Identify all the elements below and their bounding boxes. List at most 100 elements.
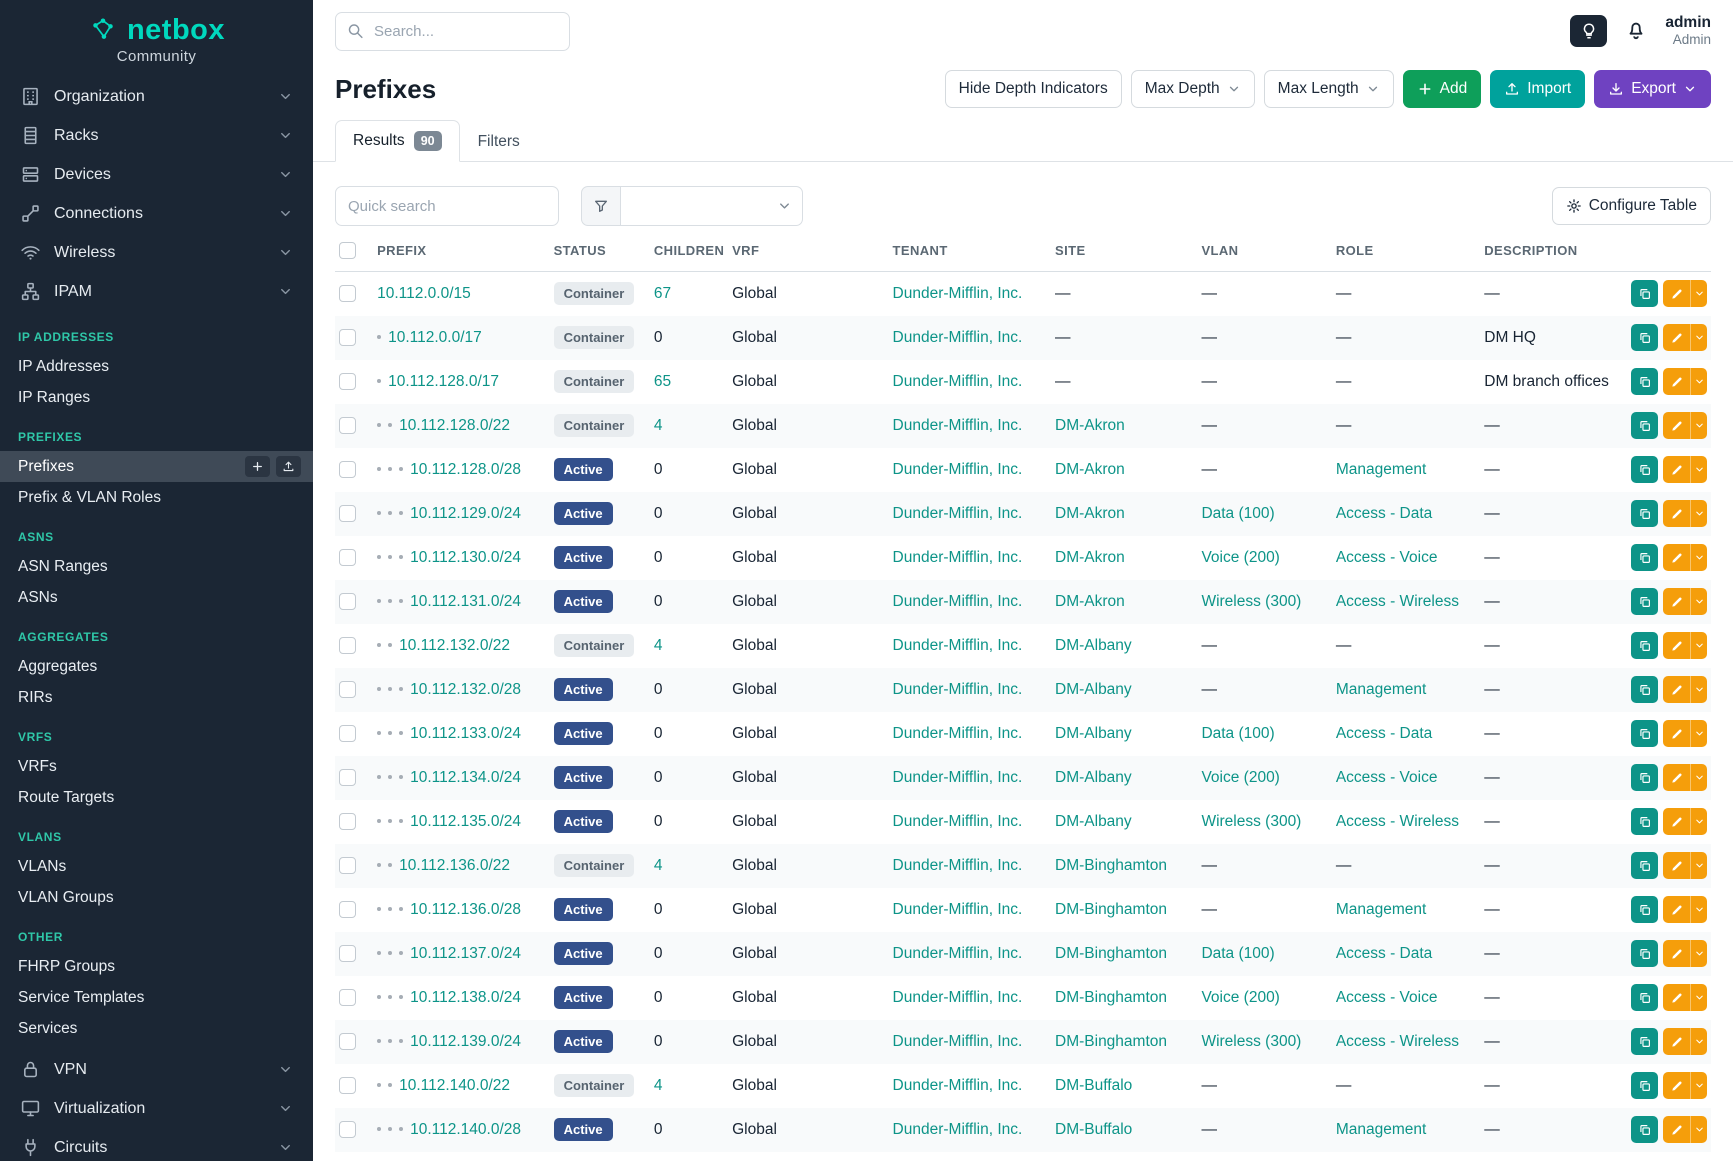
- prefix-link[interactable]: 10.112.140.0/28: [410, 1121, 521, 1138]
- row-checkbox[interactable]: [339, 681, 356, 698]
- clone-button[interactable]: [1631, 280, 1658, 307]
- site-link[interactable]: DM-Albany: [1055, 725, 1132, 742]
- export-button[interactable]: Export: [1594, 70, 1711, 108]
- sidebar-item-asn-ranges[interactable]: ASN Ranges: [0, 551, 313, 582]
- prefix-link[interactable]: 10.112.0.0/15: [377, 285, 471, 302]
- vlan-link[interactable]: Voice (200): [1201, 989, 1279, 1006]
- sidebar-item-devices[interactable]: Devices: [0, 155, 313, 194]
- edit-button[interactable]: [1663, 764, 1707, 791]
- edit-button[interactable]: [1663, 896, 1707, 923]
- edit-button[interactable]: [1663, 500, 1707, 527]
- prefix-link[interactable]: 10.112.134.0/24: [410, 769, 521, 786]
- edit-button[interactable]: [1663, 1072, 1707, 1099]
- tenant-link[interactable]: Dunder-Mifflin, Inc.: [893, 1033, 1023, 1050]
- sidebar-item-organization[interactable]: Organization: [0, 77, 313, 116]
- tenant-link[interactable]: Dunder-Mifflin, Inc.: [893, 725, 1023, 742]
- prefix-link[interactable]: 10.112.128.0/28: [410, 461, 521, 478]
- row-checkbox[interactable]: [339, 813, 356, 830]
- edit-button[interactable]: [1663, 940, 1707, 967]
- role-link[interactable]: Access - Data: [1336, 945, 1432, 962]
- tenant-link[interactable]: Dunder-Mifflin, Inc.: [893, 681, 1023, 698]
- notifications-button[interactable]: [1624, 19, 1648, 43]
- role-link[interactable]: Access - Data: [1336, 505, 1432, 522]
- row-checkbox[interactable]: [339, 1077, 356, 1094]
- quick-search-input[interactable]: [335, 186, 559, 226]
- role-link[interactable]: Access - Wireless: [1336, 593, 1459, 610]
- column-header-role[interactable]: ROLE: [1328, 242, 1476, 272]
- tenant-link[interactable]: Dunder-Mifflin, Inc.: [893, 373, 1023, 390]
- vlan-link[interactable]: Data (100): [1201, 505, 1274, 522]
- role-link[interactable]: Access - Voice: [1336, 549, 1438, 566]
- clone-button[interactable]: [1631, 456, 1658, 483]
- sidebar-item-vrfs[interactable]: VRFs: [0, 751, 313, 782]
- column-header-tenant[interactable]: TENANT: [885, 242, 1047, 272]
- filter-button[interactable]: [581, 186, 621, 226]
- sidebar-item-services[interactable]: Services: [0, 1013, 313, 1044]
- clone-button[interactable]: [1631, 808, 1658, 835]
- vlan-link[interactable]: Wireless (300): [1201, 1033, 1301, 1050]
- sidebar-item-vlans[interactable]: VLANs: [0, 851, 313, 882]
- sidebar-item-fhrp-groups[interactable]: FHRP Groups: [0, 951, 313, 982]
- row-checkbox[interactable]: [339, 373, 356, 390]
- vlan-link[interactable]: Wireless (300): [1201, 813, 1301, 830]
- edit-button[interactable]: [1663, 280, 1707, 307]
- clone-button[interactable]: [1631, 852, 1658, 879]
- clone-button[interactable]: [1631, 676, 1658, 703]
- site-link[interactable]: DM-Akron: [1055, 461, 1125, 478]
- prefix-link[interactable]: 10.112.133.0/24: [410, 725, 521, 742]
- global-search-input[interactable]: [335, 12, 570, 51]
- site-link[interactable]: DM-Albany: [1055, 637, 1132, 654]
- tenant-link[interactable]: Dunder-Mifflin, Inc.: [893, 461, 1023, 478]
- edit-button[interactable]: [1663, 368, 1707, 395]
- prefix-link[interactable]: 10.112.136.0/28: [410, 901, 521, 918]
- vlan-link[interactable]: Voice (200): [1201, 769, 1279, 786]
- prefix-link[interactable]: 10.112.129.0/24: [410, 505, 521, 522]
- sidebar-item-prefixes[interactable]: Prefixes: [0, 451, 313, 482]
- row-checkbox[interactable]: [339, 901, 356, 918]
- edit-button[interactable]: [1663, 1116, 1707, 1143]
- add-button[interactable]: Add: [1403, 70, 1482, 108]
- prefix-link[interactable]: 10.112.132.0/28: [410, 681, 521, 698]
- role-link[interactable]: Management: [1336, 901, 1426, 918]
- edit-button[interactable]: [1663, 324, 1707, 351]
- sidebar-item-ipam[interactable]: IPAM: [0, 272, 313, 311]
- select-all-checkbox[interactable]: [339, 242, 356, 259]
- role-link[interactable]: Management: [1336, 681, 1426, 698]
- row-checkbox[interactable]: [339, 989, 356, 1006]
- sidebar-item-service-templates[interactable]: Service Templates: [0, 982, 313, 1013]
- prefix-link[interactable]: 10.112.131.0/24: [410, 593, 521, 610]
- prefix-link[interactable]: 10.112.130.0/24: [410, 549, 521, 566]
- tab-results[interactable]: Results 90: [335, 120, 460, 162]
- tenant-link[interactable]: Dunder-Mifflin, Inc.: [893, 901, 1023, 918]
- prefix-link[interactable]: 10.112.138.0/24: [410, 989, 521, 1006]
- clone-button[interactable]: [1631, 1072, 1658, 1099]
- prefix-link[interactable]: 10.112.0.0/17: [388, 329, 482, 346]
- column-header-vrf[interactable]: VRF: [724, 242, 884, 272]
- row-checkbox[interactable]: [339, 725, 356, 742]
- import-button[interactable]: Import: [1490, 70, 1585, 108]
- tenant-link[interactable]: Dunder-Mifflin, Inc.: [893, 417, 1023, 434]
- row-checkbox[interactable]: [339, 329, 356, 346]
- row-checkbox[interactable]: [339, 857, 356, 874]
- prefix-link[interactable]: 10.112.128.0/22: [399, 417, 510, 434]
- clone-button[interactable]: [1631, 984, 1658, 1011]
- role-link[interactable]: Access - Wireless: [1336, 813, 1459, 830]
- column-header-vlan[interactable]: VLAN: [1193, 242, 1327, 272]
- clone-button[interactable]: [1631, 896, 1658, 923]
- edit-button[interactable]: [1663, 544, 1707, 571]
- role-link[interactable]: Access - Voice: [1336, 989, 1438, 1006]
- children-count-link[interactable]: 4: [654, 637, 663, 654]
- edit-button[interactable]: [1663, 852, 1707, 879]
- row-checkbox[interactable]: [339, 549, 356, 566]
- tenant-link[interactable]: Dunder-Mifflin, Inc.: [893, 505, 1023, 522]
- role-link[interactable]: Management: [1336, 461, 1426, 478]
- column-header-description[interactable]: DESCRIPTION: [1476, 242, 1620, 272]
- quick-import-button[interactable]: [276, 456, 301, 477]
- prefix-link[interactable]: 10.112.132.0/22: [399, 637, 510, 654]
- site-link[interactable]: DM-Buffalo: [1055, 1121, 1132, 1138]
- edit-button[interactable]: [1663, 720, 1707, 747]
- sidebar-item-wireless[interactable]: Wireless: [0, 233, 313, 272]
- vlan-link[interactable]: Data (100): [1201, 945, 1274, 962]
- site-link[interactable]: DM-Binghamton: [1055, 1033, 1167, 1050]
- site-link[interactable]: DM-Albany: [1055, 813, 1132, 830]
